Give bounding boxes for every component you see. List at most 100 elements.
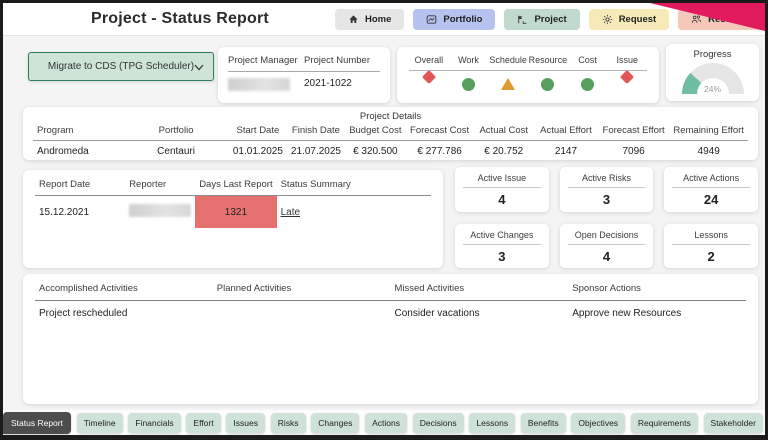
- nav-button-project[interactable]: Project: [504, 9, 579, 30]
- report-card: Report DateReporterDays Last ReportStatu…: [23, 170, 443, 268]
- project-selector-dropdown[interactable]: Migrate to CDS (TPG Scheduler): [28, 52, 214, 81]
- nav-button-label: Project: [534, 14, 566, 25]
- status-indicator-schedule: Schedule: [488, 55, 528, 103]
- project-manager-label: Project Manager: [228, 55, 304, 71]
- header: Project - Status Report Home Portfolio P…: [3, 3, 765, 36]
- activities-table: Accomplished ActivitiesPlanned Activitie…: [35, 283, 746, 326]
- kpi-card-active-changes: Active Changes 3: [455, 224, 549, 269]
- tab-actions[interactable]: Actions: [365, 413, 407, 433]
- status-summary-link[interactable]: Late: [281, 207, 300, 218]
- details-column-header: Remaining Effort: [669, 122, 748, 141]
- status-indicator-overall: Overall: [409, 55, 449, 103]
- status-shape-icon: [620, 70, 634, 84]
- status-indicator-cost: Cost: [568, 55, 608, 103]
- details-cell: Andromeda: [33, 141, 123, 163]
- details-cell: 01.01.2025: [229, 141, 287, 163]
- activities-cell: [213, 301, 391, 327]
- kpi-label: Active Issue: [463, 173, 541, 188]
- kpi-card-active-issue: Active Issue 4: [455, 167, 549, 212]
- status-label: Schedule: [488, 55, 528, 71]
- chevron-down-icon: [194, 64, 204, 71]
- details-cell: € 20.752: [474, 141, 534, 163]
- tab-objectives[interactable]: Objectives: [571, 413, 625, 433]
- details-column-header: Finish Date: [287, 122, 345, 141]
- tab-benefits[interactable]: Benefits: [521, 413, 566, 433]
- report-column-header: Status Summary: [277, 179, 431, 196]
- progress-gauge-card: Progress 24%: [666, 44, 759, 101]
- progress-gauge: 24%: [682, 63, 744, 94]
- nav-button-portfolio[interactable]: Portfolio: [413, 9, 495, 30]
- details-cell: 2147: [534, 141, 598, 163]
- tab-status-report[interactable]: Status Report: [3, 412, 71, 434]
- status-label: Resource: [528, 55, 568, 71]
- kpi-value: 3: [560, 188, 654, 212]
- status-report-page: Project - Status Report Home Portfolio P…: [0, 0, 768, 440]
- report-date-cell: 15.12.2021: [35, 196, 125, 229]
- tab-timeline[interactable]: Timeline: [77, 413, 123, 433]
- status-shape-icon: [581, 78, 594, 91]
- report-column-header: Reporter: [125, 179, 195, 196]
- progress-value: 24%: [682, 84, 744, 94]
- status-label: Overall: [409, 55, 449, 71]
- tab-effort[interactable]: Effort: [186, 413, 220, 433]
- kpi-value: 4: [560, 245, 654, 269]
- tab-risks[interactable]: Risks: [271, 413, 306, 433]
- details-cell: 4949: [669, 141, 748, 163]
- nav-button-request[interactable]: Request: [589, 9, 669, 30]
- kpi-value: 4: [455, 188, 549, 212]
- activities-column-header: Accomplished Activities: [35, 283, 213, 301]
- details-column-header: Start Date: [229, 122, 287, 141]
- tab-decisions[interactable]: Decisions: [413, 413, 464, 433]
- tab-lessons[interactable]: Lessons: [469, 413, 515, 433]
- status-indicator-resource: Resource: [528, 55, 568, 103]
- status-shape-icon: [462, 78, 475, 91]
- project-number-label: Project Number: [304, 55, 380, 71]
- project-number-value: 2021-1022: [304, 72, 380, 94]
- nav-button-label: Portfolio: [443, 14, 482, 25]
- project-details-card: Project Details ProgramPortfolioStart Da…: [23, 107, 758, 160]
- kpi-value: 24: [664, 188, 758, 212]
- details-cell: € 320.500: [345, 141, 406, 163]
- home-icon: [348, 14, 359, 25]
- status-label: Work: [449, 55, 489, 71]
- redacted-reporter-value: [129, 204, 191, 217]
- kpi-card-active-actions: Active Actions 24: [664, 167, 758, 212]
- details-cell: 21.07.2025: [287, 141, 345, 163]
- activities-card: Accomplished ActivitiesPlanned Activitie…: [23, 274, 758, 404]
- activities-column-header: Planned Activities: [213, 283, 391, 301]
- status-label: Issue: [607, 55, 647, 71]
- status-shape-icon: [501, 78, 515, 90]
- kpi-card-active-risks: Active Risks 3: [560, 167, 654, 212]
- details-column-header: Forecast Effort: [598, 122, 669, 141]
- activities-cell: Approve new Resources: [568, 301, 746, 327]
- details-column-header: Portfolio: [123, 122, 229, 141]
- activities-column-header: Missed Activities: [391, 283, 569, 301]
- kpi-value: 2: [664, 245, 758, 269]
- tab-stakeholder[interactable]: Stakeholder: [704, 413, 763, 433]
- activities-cell: Project rescheduled: [35, 301, 213, 327]
- tab-financials[interactable]: Financials: [128, 413, 180, 433]
- nav-button-home[interactable]: Home: [335, 9, 404, 30]
- report-column-header: Report Date: [35, 179, 125, 196]
- project-manager-card: Project Manager Project Number 2021-1022: [218, 47, 390, 103]
- details-cell: € 277.786: [406, 141, 474, 163]
- kpi-label: Active Actions: [672, 173, 750, 188]
- activities-cell: Consider vacations: [391, 301, 569, 327]
- kpi-card-lessons: Lessons 2: [664, 224, 758, 269]
- project-selector-value: Migrate to CDS (TPG Scheduler): [48, 61, 194, 72]
- progress-label: Progress: [666, 49, 759, 60]
- kpi-value: 3: [455, 245, 549, 269]
- request-icon: [602, 14, 613, 25]
- tab-issues[interactable]: Issues: [226, 413, 265, 433]
- details-column-header: Actual Effort: [534, 122, 598, 141]
- details-column-header: Program: [33, 122, 123, 141]
- status-shape-icon: [422, 70, 436, 84]
- tab-requirements[interactable]: Requirements: [631, 413, 698, 433]
- tab-changes[interactable]: Changes: [311, 413, 359, 433]
- report-row: 15.12.2021 1321 Late: [35, 196, 431, 229]
- status-indicator-issue: Issue: [607, 55, 647, 103]
- kpi-label: Active Changes: [463, 230, 541, 245]
- details-column-header: Budget Cost: [345, 122, 406, 141]
- details-column-header: Actual Cost: [474, 122, 534, 141]
- details-row: AndromedaCentauri01.01.202521.07.2025€ 3…: [33, 141, 748, 163]
